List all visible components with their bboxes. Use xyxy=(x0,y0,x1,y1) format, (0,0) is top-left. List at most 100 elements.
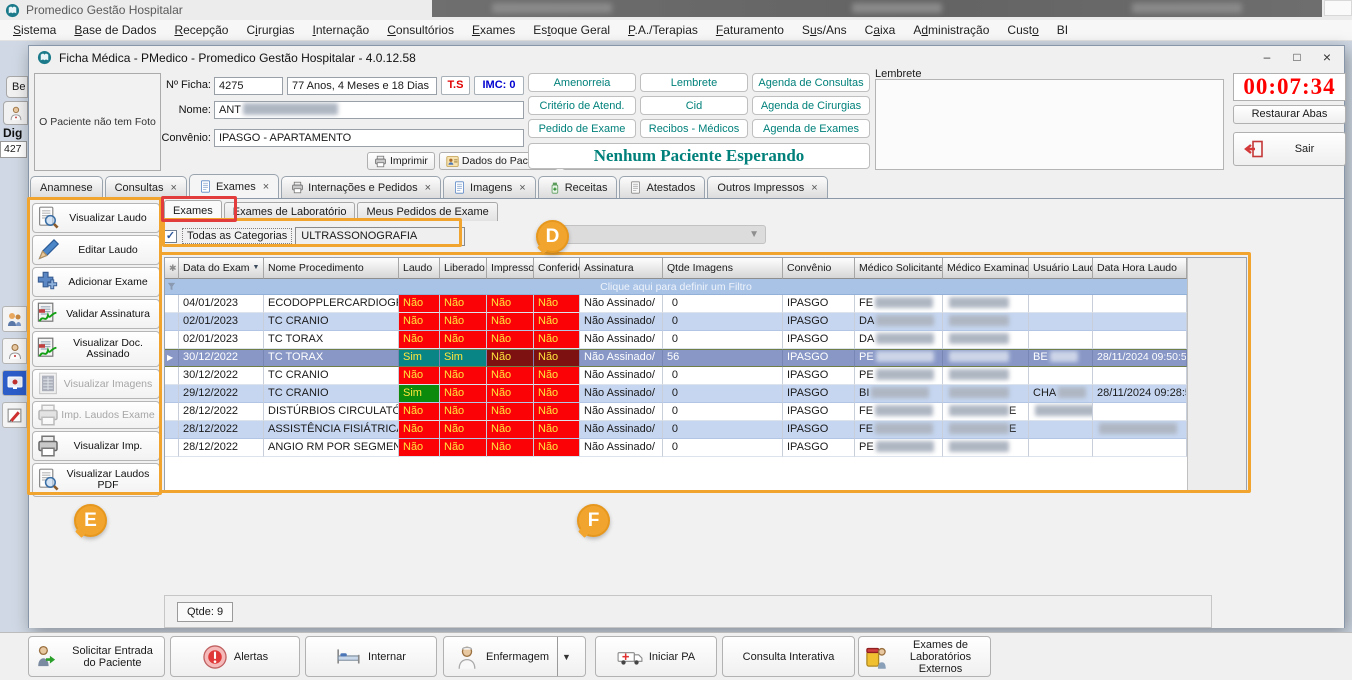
dropdown-arrow-icon[interactable]: ▼ xyxy=(557,637,575,676)
cell-medico-examinador[interactable] xyxy=(943,367,1029,385)
cell-procedimento[interactable]: TC CRANIO xyxy=(264,313,399,331)
sidebar-button-visualizar-laudo[interactable]: Visualizar Laudo xyxy=(32,203,160,233)
cell-usuario-laudo[interactable]: CHA xyxy=(1029,385,1093,403)
cell-procedimento[interactable]: ANGIO RM POR SEGMENTO xyxy=(264,439,399,457)
column-header-usuario-laudo[interactable]: Usuário Laudo xyxy=(1029,258,1093,279)
tab-anamnese[interactable]: Anamnese xyxy=(30,176,103,198)
close-tab-icon[interactable]: × xyxy=(811,182,817,194)
row-indicator[interactable]: ▶ xyxy=(165,349,179,367)
cell-medico-examinador[interactable] xyxy=(943,295,1029,313)
cell-data-hora-laudo[interactable] xyxy=(1093,439,1187,457)
cell-convenio[interactable]: IPASGO xyxy=(783,349,855,367)
cell-conferido[interactable]: Não xyxy=(534,313,580,331)
cell-liberado[interactable]: Não xyxy=(440,295,487,313)
cell-assinatura[interactable]: Não Assinado/ xyxy=(580,385,663,403)
cell-medico-solicitante[interactable]: FE xyxy=(855,421,943,439)
cell-conferido[interactable]: Não xyxy=(534,367,580,385)
table-filter-row[interactable]: Clique aqui para definir um Filtro xyxy=(165,279,1187,295)
cell-conferido[interactable]: Não xyxy=(534,349,580,367)
cell-convenio[interactable]: IPASGO xyxy=(783,331,855,349)
cell-medico-solicitante[interactable]: BI xyxy=(855,385,943,403)
cell-usuario-laudo[interactable] xyxy=(1029,439,1093,457)
cell-usuario-laudo[interactable] xyxy=(1029,421,1093,439)
menu-item-administracao[interactable]: Administração xyxy=(904,20,998,40)
column-header-data-do-exam[interactable]: Data do Exam▼ xyxy=(179,258,264,279)
cell-usuario-laudo[interactable]: BE xyxy=(1029,349,1093,367)
titlebar-corner-button[interactable] xyxy=(1324,0,1352,16)
close-tab-icon[interactable]: × xyxy=(171,182,177,194)
menu-item-cirurgias[interactable]: Cirurgias xyxy=(237,20,303,40)
cell-data-hora-laudo[interactable]: 28/11/2024 09:50:55 xyxy=(1093,349,1187,367)
row-indicator[interactable] xyxy=(165,385,179,403)
imc-badge[interactable]: IMC: 0 xyxy=(474,76,524,95)
cell-data-hora-laudo[interactable]: 28/11/2024 09:28:56 xyxy=(1093,385,1187,403)
cell-convenio[interactable]: IPASGO xyxy=(783,367,855,385)
tab-imagens[interactable]: Imagens× xyxy=(443,176,536,198)
cell-liberado[interactable]: Não xyxy=(440,385,487,403)
cell-procedimento[interactable]: ASSISTÊNCIA FISIÁTRICA xyxy=(264,421,399,439)
cell-data-exame[interactable]: 30/12/2022 xyxy=(179,367,264,385)
cell-data-exame[interactable]: 29/12/2022 xyxy=(179,385,264,403)
cell-liberado[interactable]: Não xyxy=(440,313,487,331)
window-titlebar[interactable]: Ficha Médica - PMedico - Promedico Gestã… xyxy=(29,46,1344,69)
cell-medico-solicitante[interactable]: FE xyxy=(855,403,943,421)
cell-data-exame[interactable]: 02/01/2023 xyxy=(179,313,264,331)
row-indicator[interactable] xyxy=(165,331,179,349)
sidebar-button-visualizar-doc-assinado[interactable]: Visualizar Doc. Assinado xyxy=(32,331,160,367)
column-header-qtde-imagens[interactable]: Qtde Imagens xyxy=(663,258,783,279)
menu-item-custo[interactable]: Custo xyxy=(998,20,1047,40)
lembrete-box[interactable] xyxy=(875,79,1224,170)
tab-receitas[interactable]: Receitas xyxy=(538,176,618,198)
cell-assinatura[interactable]: Não Assinado/ xyxy=(580,421,663,439)
cell-usuario-laudo[interactable] xyxy=(1029,367,1093,385)
background-toolbar-button[interactable] xyxy=(2,338,27,364)
cell-impresso[interactable]: Não xyxy=(487,403,534,421)
close-tab-icon[interactable]: × xyxy=(425,182,431,194)
menu-item-sistema[interactable]: Sistema xyxy=(4,20,65,40)
cell-data-exame[interactable]: 04/01/2023 xyxy=(179,295,264,313)
cell-conferido[interactable]: Não xyxy=(534,295,580,313)
all-categories-label[interactable]: Todas as Categorias xyxy=(182,228,292,244)
cell-medico-examinador[interactable] xyxy=(943,439,1029,457)
cell-medico-solicitante[interactable]: DA xyxy=(855,331,943,349)
row-indicator[interactable] xyxy=(165,313,179,331)
cell-data-hora-laudo[interactable] xyxy=(1093,331,1187,349)
cell-conferido[interactable]: Não xyxy=(534,385,580,403)
row-indicator[interactable] xyxy=(165,439,179,457)
cell-usuario-laudo[interactable] xyxy=(1029,295,1093,313)
close-tab-icon[interactable]: × xyxy=(263,181,269,193)
row-indicator[interactable] xyxy=(165,367,179,385)
menu-item-internacao[interactable]: Internação xyxy=(304,20,379,40)
cell-procedimento[interactable]: TC CRANIO xyxy=(264,367,399,385)
column-header-medico-examinador[interactable]: Médico Examinador xyxy=(943,258,1029,279)
button-internar[interactable]: Internar xyxy=(305,636,437,677)
cell-assinatura[interactable]: Não Assinado/ xyxy=(580,439,663,457)
cell-qtde-imagens[interactable]: 0 xyxy=(663,385,783,403)
cell-impresso[interactable]: Não xyxy=(487,331,534,349)
cell-data-exame[interactable]: 30/12/2022 xyxy=(179,349,264,367)
all-categories-checkbox[interactable]: ✓ xyxy=(164,230,177,243)
column-header-data-hora-laudo[interactable]: Data Hora Laudo xyxy=(1093,258,1187,279)
button-enfermagem[interactable]: Enfermagem▼ xyxy=(443,636,586,677)
cell-laudo[interactable]: Não xyxy=(399,313,440,331)
cell-conferido[interactable]: Não xyxy=(534,421,580,439)
cell-laudo[interactable]: Não xyxy=(399,403,440,421)
quick-button-amenorreia[interactable]: Amenorreia xyxy=(528,73,636,92)
maximize-button[interactable]: □ xyxy=(1282,47,1312,68)
menu-item-exames[interactable]: Exames xyxy=(463,20,524,40)
cell-convenio[interactable]: IPASGO xyxy=(783,439,855,457)
cell-liberado[interactable]: Não xyxy=(440,367,487,385)
cell-procedimento[interactable]: TC CRANIO xyxy=(264,385,399,403)
cell-usuario-laudo[interactable] xyxy=(1029,313,1093,331)
cell-medico-examinador[interactable] xyxy=(943,349,1029,367)
cell-data-hora-laudo[interactable] xyxy=(1093,421,1187,439)
column-header-nome-procedimento[interactable]: Nome Procedimento xyxy=(264,258,399,279)
cell-liberado[interactable]: Não xyxy=(440,421,487,439)
cell-medico-examinador[interactable]: E xyxy=(943,421,1029,439)
cell-data-hora-laudo[interactable] xyxy=(1093,313,1187,331)
exit-button[interactable]: Sair xyxy=(1233,132,1346,166)
cell-laudo[interactable]: Sim xyxy=(399,349,440,367)
menu-item-estoque-geral[interactable]: Estoque Geral xyxy=(524,20,619,40)
cell-liberado[interactable]: Não xyxy=(440,331,487,349)
cell-impresso[interactable]: Não xyxy=(487,421,534,439)
